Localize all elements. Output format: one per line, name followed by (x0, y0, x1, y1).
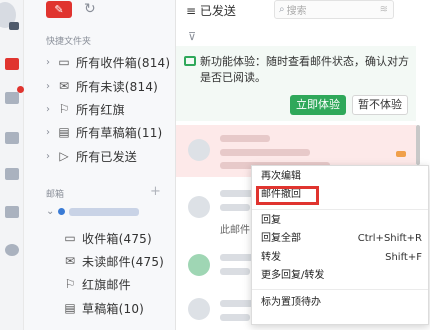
folder-label: 所有红旗 (76, 102, 125, 117)
chevron-right-icon[interactable]: › (46, 104, 56, 115)
subject-redacted (220, 268, 250, 275)
folder-item-all-drafts[interactable]: › ▤ 所有草稿箱(11) (46, 123, 162, 141)
inbox-icon: ▭ (64, 231, 76, 245)
account-row[interactable]: ⌄ (46, 206, 139, 217)
settings-icon[interactable] (5, 244, 19, 256)
avatar (188, 196, 210, 218)
folder-item-drafts[interactable]: ▤ 草稿箱(10) (62, 299, 144, 317)
draft-icon: ▤ (64, 301, 76, 315)
account-icon (58, 208, 65, 215)
chevron-right-icon[interactable]: › (46, 57, 56, 68)
app-rail (0, 0, 24, 330)
folder-panel: ✎ ↻ 快捷文件夹 › ▭ 所有收件箱(814) › ✉ 所有未读(814) ›… (24, 0, 176, 330)
menu-item-forward[interactable]: 转发 (261, 250, 281, 266)
folder-icon[interactable] (5, 92, 19, 104)
folder-label: 红旗邮件 (82, 277, 131, 292)
folder-label: 所有已发送 (76, 149, 138, 164)
folder-item-all-flagged[interactable]: › ⚐ 所有红旗 (46, 100, 125, 118)
search-placeholder: 搜索 (286, 6, 307, 17)
folder-label: 所有未读(814) (76, 79, 159, 94)
calendar-icon[interactable] (5, 132, 19, 144)
menu-item-edit-again[interactable]: 再次编辑 (261, 169, 301, 185)
page-title: ≡ 已发送 (186, 4, 236, 18)
ai-icon[interactable] (5, 206, 19, 218)
quick-folders-heading: 快捷文件夹 (46, 37, 92, 47)
search-input[interactable]: ⌕ 搜索 ≋ (274, 0, 394, 19)
shortcut-reply-all: Ctrl+Shift+R (357, 233, 422, 244)
attachment-icon (396, 151, 406, 157)
preview-text: 此邮件 (220, 225, 250, 236)
folder-item-all-sent[interactable]: › ▷ 所有已发送 (46, 147, 137, 165)
not-now-button[interactable]: 暂不体验 (352, 95, 408, 115)
avatar (188, 254, 210, 276)
filter-icon[interactable]: ⊽ (188, 30, 196, 43)
subject-redacted (220, 149, 310, 156)
menu-divider (252, 289, 428, 290)
flag-icon: ⚐ (58, 102, 70, 116)
mail-icon[interactable] (5, 58, 19, 70)
avatar (188, 298, 210, 320)
flag-icon: ⚐ (64, 277, 76, 291)
folder-item-inbox[interactable]: ▭ 收件箱(475) (62, 229, 152, 247)
recall-highlight (256, 186, 319, 205)
mail-status-icon (184, 56, 196, 66)
shortcut-forward: Shift+F (385, 252, 422, 263)
try-now-button[interactable]: 立即体验 (290, 95, 346, 115)
filter-options-icon[interactable]: ≋ (380, 4, 388, 15)
folder-label: 收件箱(475) (82, 231, 152, 246)
folder-item-all-inbox[interactable]: › ▭ 所有收件箱(814) (46, 53, 170, 71)
menu-item-more-reply-forward[interactable]: 更多回复/转发 (261, 268, 324, 284)
status-badge (9, 22, 19, 30)
scrollbar[interactable] (416, 125, 420, 165)
subject-redacted (220, 314, 250, 321)
unread-icon: ✉ (58, 79, 70, 93)
account-name-redacted (69, 207, 139, 216)
menu-divider (252, 209, 428, 210)
context-menu: 再次编辑 邮件撤回 回复 回复全部 Ctrl+Shift+R 转发 Shift+… (251, 165, 429, 325)
feature-notice: 新功能体验：随时查看邮件状态，确认对方是否已阅读。 立即体验 暂不体验 (176, 46, 416, 121)
folder-label: 所有草稿箱(11) (76, 125, 163, 140)
folder-item-unread[interactable]: ✉ 未读邮件(475) (62, 252, 164, 270)
chevron-right-icon[interactable]: › (46, 151, 56, 162)
unread-icon: ✉ (64, 254, 76, 268)
notice-text: 新功能体验：随时查看邮件状态，确认对方是否已阅读。 (200, 55, 409, 84)
edit-icon: ✎ (54, 3, 64, 16)
chevron-right-icon[interactable]: › (46, 81, 56, 92)
sender-redacted (220, 135, 270, 142)
compose-button[interactable]: ✎ (46, 1, 72, 18)
folder-item-all-unread[interactable]: › ✉ 所有未读(814) (46, 77, 158, 95)
folder-label: 草稿箱(10) (82, 301, 145, 316)
menu-item-mark-todo[interactable]: 标为置顶待办 (261, 295, 321, 311)
refresh-icon[interactable]: ↻ (84, 1, 96, 17)
add-account-icon[interactable]: + (150, 184, 161, 199)
chevron-right-icon[interactable]: › (46, 127, 56, 138)
sent-icon: ▷ (59, 149, 69, 163)
chevron-down-icon[interactable]: ⌄ (46, 206, 58, 217)
menu-item-reply-all[interactable]: 回复全部 (261, 231, 301, 247)
subject-redacted (220, 204, 250, 211)
search-icon: ⌕ (279, 4, 285, 15)
menu-item-reply[interactable]: 回复 (261, 213, 281, 229)
folder-label: 未读邮件(475) (82, 254, 165, 269)
notification-dot (17, 86, 24, 93)
folder-label: 所有收件箱(814) (76, 55, 171, 70)
folder-item-flagged[interactable]: ⚐ 红旗邮件 (62, 275, 131, 293)
inbox-icon: ▭ (58, 55, 70, 69)
mailbox-heading: 邮箱 (46, 190, 65, 200)
draft-icon: ▤ (58, 125, 70, 139)
contacts-icon[interactable] (5, 168, 19, 180)
avatar (188, 139, 210, 161)
